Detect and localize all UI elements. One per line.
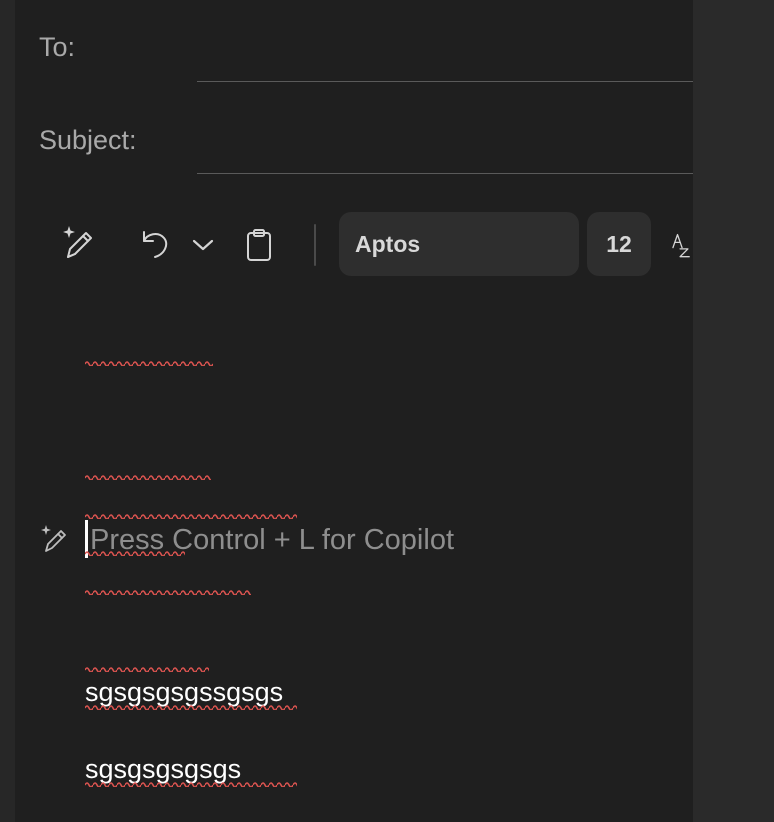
spellcheck-underline	[85, 513, 297, 519]
spellcheck-underline	[85, 474, 211, 480]
subject-field[interactable]	[197, 173, 693, 174]
to-label: To:	[39, 32, 76, 62]
chevron-down-icon[interactable]	[190, 233, 216, 257]
copilot-inline-icon[interactable]	[37, 522, 71, 556]
spellcheck-underline	[85, 781, 297, 787]
toolbar-separator	[314, 224, 316, 266]
clipboard-icon[interactable]	[243, 226, 275, 264]
text-style-icon[interactable]	[671, 224, 693, 266]
font-name-select[interactable]: Aptos	[339, 212, 579, 276]
spellcheck-underline	[85, 550, 185, 556]
spellcheck-underline	[85, 589, 251, 595]
font-size-select[interactable]: 12	[587, 212, 651, 276]
compose-pane: To: Subject: Aptos 12 Press Control + L …	[15, 0, 693, 822]
spellcheck-underline	[85, 360, 213, 366]
spellcheck-underline	[85, 666, 209, 672]
to-field[interactable]	[197, 81, 693, 82]
subject-label: Subject:	[39, 125, 137, 155]
spellcheck-underline	[85, 704, 297, 710]
left-strip	[0, 0, 15, 822]
copilot-pen-icon[interactable]	[57, 222, 99, 264]
right-panel	[693, 0, 774, 822]
undo-icon[interactable]	[137, 224, 173, 262]
